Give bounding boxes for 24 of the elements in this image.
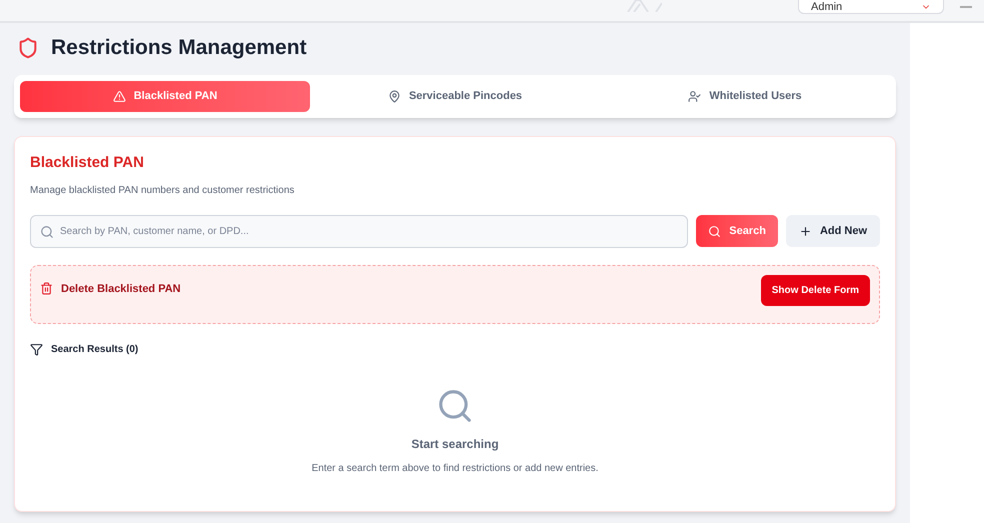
show-delete-form-button[interactable]: Show Delete Form bbox=[760, 274, 870, 306]
map-pin-icon bbox=[388, 90, 401, 103]
panel-subtitle: Manage blacklisted PAN numbers and customer restrictions bbox=[30, 184, 296, 198]
plus-icon bbox=[798, 224, 812, 238]
tab[interactable]: Serviceable Pincodes bbox=[310, 81, 600, 112]
tab[interactable]: Blacklisted PAN bbox=[20, 81, 310, 112]
panel-title: Blacklisted PAN bbox=[30, 153, 145, 173]
results-label: Search Results (0) bbox=[51, 342, 138, 356]
search-button[interactable]: Search bbox=[696, 215, 778, 247]
user-menu[interactable]: Admin bbox=[798, 0, 944, 14]
empty-state-title: Start searching bbox=[411, 436, 499, 452]
search-field[interactable]: Search by PAN, customer name, or DPD... bbox=[30, 214, 688, 248]
search-icon bbox=[40, 224, 54, 238]
search-icon bbox=[708, 224, 722, 238]
page-title: Restrictions Management bbox=[51, 35, 307, 62]
user-check-icon bbox=[688, 90, 702, 103]
warning-icon bbox=[112, 90, 126, 103]
tab[interactable]: Whitelisted Users bbox=[600, 81, 890, 112]
shield-icon bbox=[17, 37, 39, 59]
trash-icon bbox=[40, 282, 53, 296]
delete-title: Delete Blacklisted PAN bbox=[61, 282, 181, 296]
add-new-button[interactable]: Add New bbox=[786, 215, 880, 247]
empty-state-text: Enter a search term above to find restrictions or add new entries. bbox=[312, 462, 598, 476]
filter-icon bbox=[30, 342, 43, 356]
